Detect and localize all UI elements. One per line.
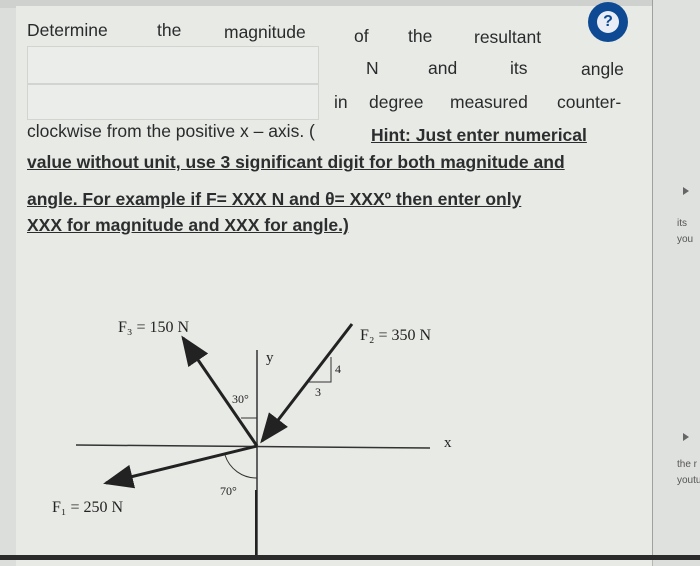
word: degree <box>369 92 424 112</box>
slope-triangle <box>309 357 332 383</box>
angle-label-30: 30° <box>232 392 249 406</box>
word: counter- <box>557 92 622 112</box>
word: resultant <box>474 27 542 47</box>
help-icon: ? <box>597 11 619 33</box>
f1-label: F₁ = 250 N <box>52 499 124 516</box>
magnitude-input[interactable] <box>27 46 319 84</box>
divider <box>255 490 257 560</box>
help-button[interactable]: ? <box>588 2 628 42</box>
word: magnitude <box>224 22 306 42</box>
f2-arrow <box>260 323 354 444</box>
word: the <box>408 26 433 46</box>
sidebar-text[interactable]: youtu <box>677 475 700 486</box>
hint-line: value without unit, use 3 significant di… <box>27 152 565 172</box>
word: Determine <box>27 20 108 40</box>
force-diagram: F₃ = 150 N F₂ = 350 N F₁ = 250 N 30° 70°… <box>52 319 452 558</box>
y-axis-label: y <box>266 350 274 366</box>
word: in <box>334 92 348 112</box>
f3-label: F₃ = 150 N <box>118 319 190 336</box>
word: clockwise from the positive x – axis. ( <box>27 121 315 141</box>
angle-input[interactable] <box>27 84 319 120</box>
hint-line: angle. For example if F= XXX N and θ= XX… <box>27 189 522 209</box>
sidebar-text[interactable]: its <box>677 218 687 229</box>
slope-rise: 4 <box>335 362 341 376</box>
word: and <box>428 58 458 78</box>
word: N <box>366 58 379 78</box>
play-icon[interactable] <box>683 187 689 195</box>
sidebar-text[interactable]: you <box>677 234 693 245</box>
sidebar-text[interactable]: the r <box>677 459 697 470</box>
f2-label: F₂ = 350 N <box>360 327 432 344</box>
f1-arrow <box>103 444 258 489</box>
word: angle <box>581 59 624 79</box>
play-icon[interactable] <box>683 433 689 441</box>
x-axis-label: x <box>444 435 452 451</box>
slope-run: 3 <box>315 385 321 399</box>
angle-arc-70 <box>224 454 258 479</box>
angle-label-70: 70° <box>220 484 237 498</box>
word: measured <box>450 92 528 112</box>
bottom-bar <box>0 555 700 560</box>
word: its <box>510 58 528 78</box>
word: the <box>157 20 182 40</box>
hint-line: XXX for magnitude and XXX for angle.) <box>27 215 349 235</box>
hint-line: Hint: Just enter numerical <box>371 125 587 145</box>
word: of <box>354 26 369 46</box>
